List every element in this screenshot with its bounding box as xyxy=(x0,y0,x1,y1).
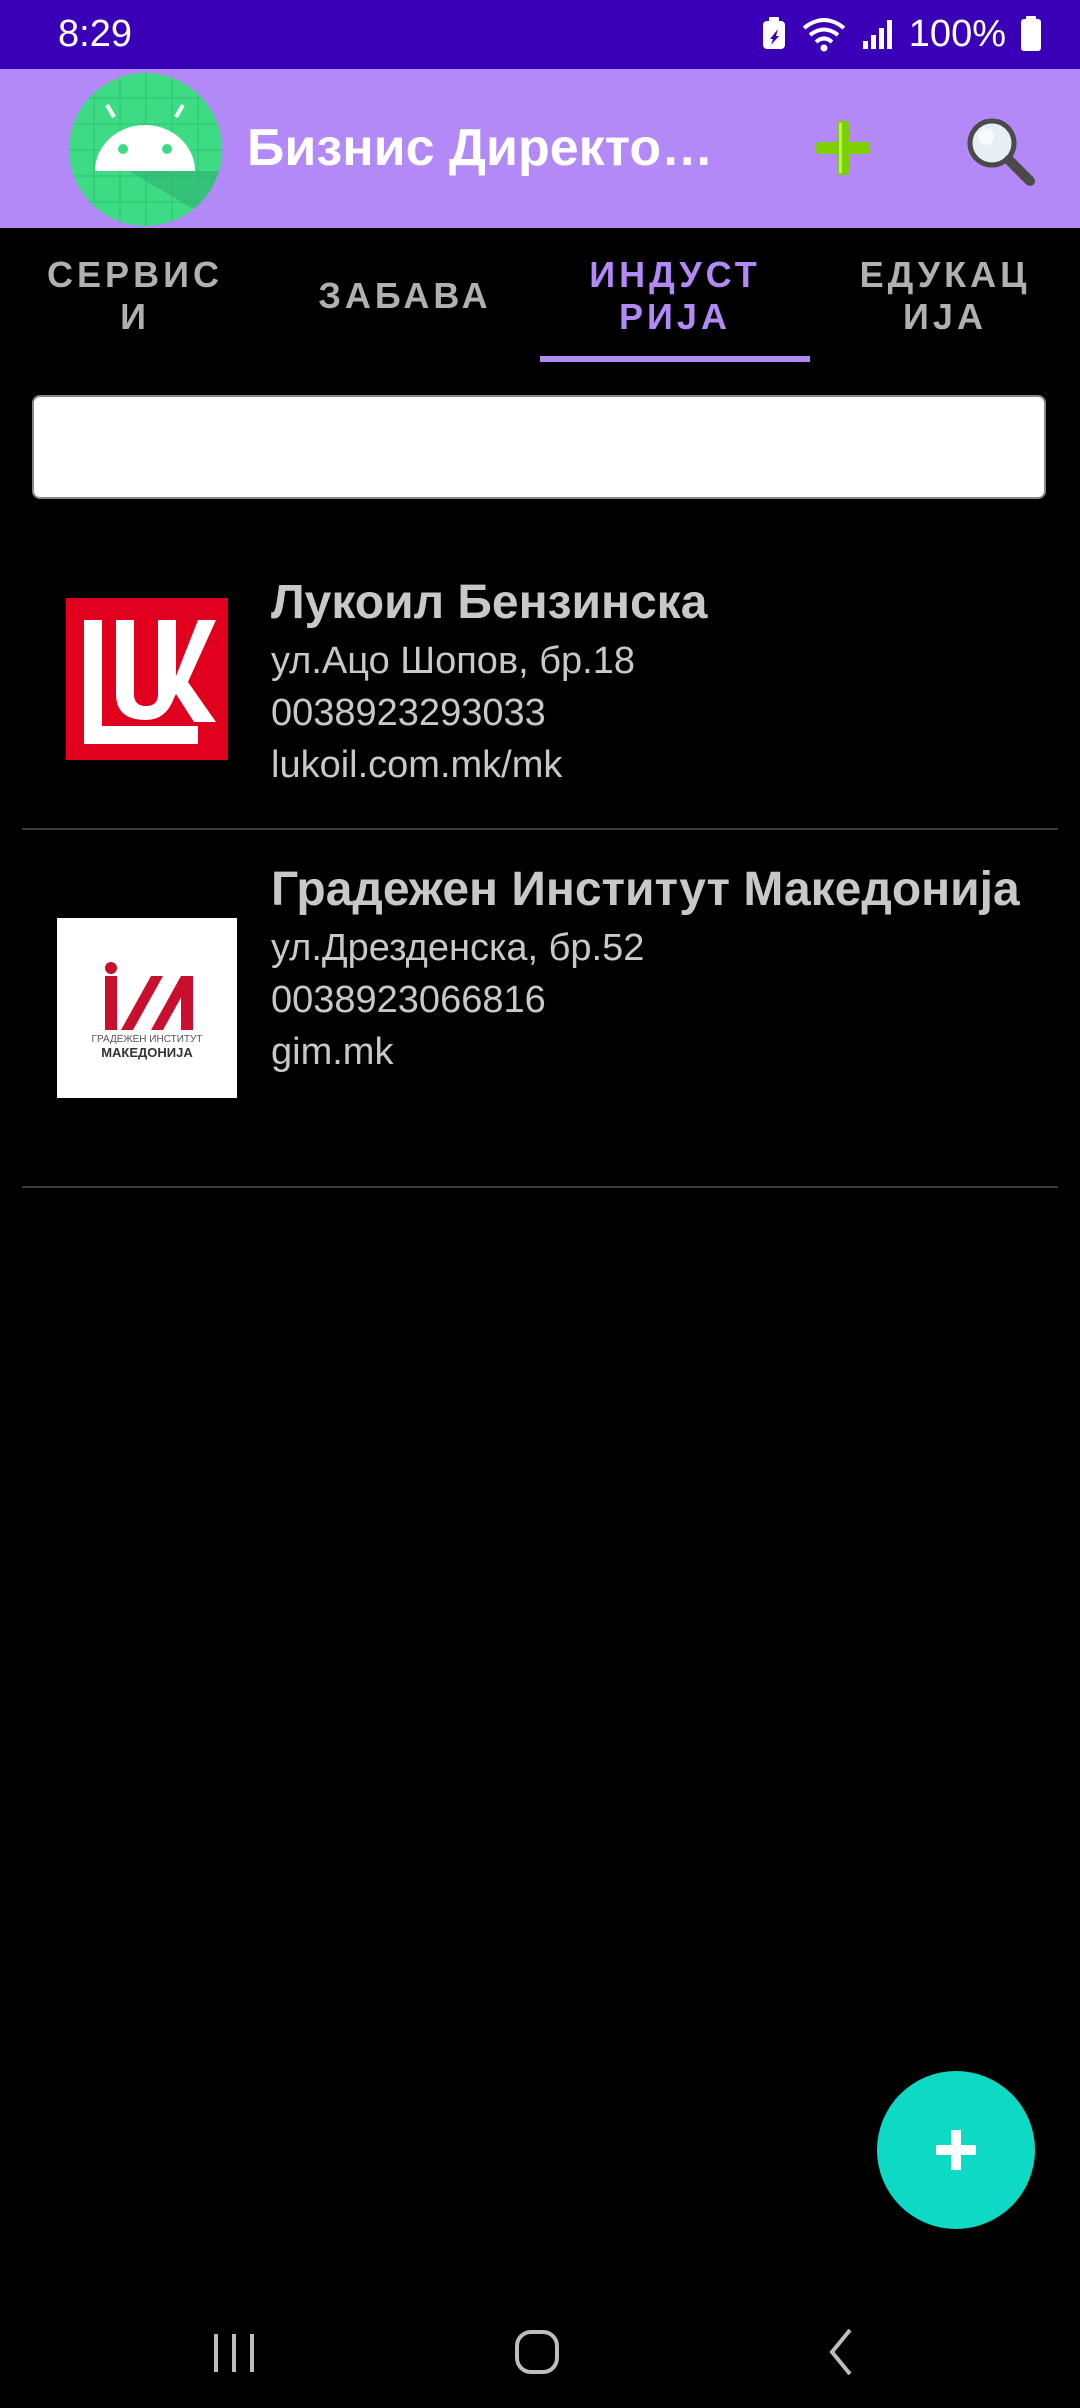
tab-education[interactable]: ЕДУКАЦИЈА xyxy=(810,228,1080,364)
home-button[interactable] xyxy=(502,2320,572,2380)
tab-label: ЕДУКАЦИЈА xyxy=(859,254,1031,337)
active-tab-indicator xyxy=(540,356,810,362)
business-address: ул.Дрезденска, бр.52 xyxy=(271,927,645,969)
business-name: Градежен Институт Македонија xyxy=(271,863,1020,916)
navigation-bar xyxy=(0,2290,1080,2408)
battery-saver-icon xyxy=(762,17,785,49)
plus-icon xyxy=(816,121,870,175)
android-icon xyxy=(69,73,222,226)
recents-button[interactable] xyxy=(200,2320,270,2380)
search-input[interactable] xyxy=(34,397,1044,497)
category-tabs: СЕРВИСИ ЗАБАВА ИНДУСТРИЈА ЕДУКАЦИЈА xyxy=(0,228,1080,364)
lukoil-logo xyxy=(66,598,228,760)
business-name: Лукоил Бензинска xyxy=(271,576,708,629)
plus-icon xyxy=(936,2130,976,2170)
tab-services[interactable]: СЕРВИСИ xyxy=(0,228,270,364)
home-icon xyxy=(515,2330,559,2374)
tab-label: СЕРВИСИ xyxy=(47,254,223,337)
svg-text:ГРАДЕЖЕН ИНСТИТУТ: ГРАДЕЖЕН ИНСТИТУТ xyxy=(92,1034,203,1045)
tab-entertainment[interactable]: ЗАБАВА xyxy=(270,228,540,364)
tab-label: ЗАБАВА xyxy=(318,275,492,316)
business-phone: 0038923293033 xyxy=(271,692,546,734)
back-button[interactable] xyxy=(806,2320,876,2380)
status-bar: 8:29 100% xyxy=(0,0,1080,69)
wifi-icon xyxy=(802,18,846,52)
business-info: Лукоил Бензинска ул.Ацо Шопов, бр.18 003… xyxy=(271,575,1038,791)
list-item[interactable]: ГРАДЕЖЕН ИНСТИТУТ МАКЕДОНИЈА Градежен Ин… xyxy=(22,830,1058,1188)
business-website: lukoil.com.mk/mk xyxy=(271,744,563,786)
svg-text:МАКЕДОНИЈА: МАКЕДОНИЈА xyxy=(101,1045,193,1060)
add-business-button[interactable] xyxy=(808,113,878,183)
business-website: gim.mk xyxy=(271,1031,394,1073)
search-icon xyxy=(967,118,1035,186)
search-button[interactable] xyxy=(962,113,1037,188)
gim-logo: ГРАДЕЖЕН ИНСТИТУТ МАКЕДОНИЈА xyxy=(57,918,237,1098)
business-info: Градежен Институт Македонија ул.Дрезденс… xyxy=(271,862,1038,1078)
list-item[interactable]: Лукоил Бензинска ул.Ацо Шопов, бр.18 003… xyxy=(22,540,1058,830)
battery-percent: 100% xyxy=(908,13,1006,55)
app-bar: Бизнис Директо… xyxy=(0,69,1080,228)
back-icon xyxy=(829,2328,852,2376)
tab-industry[interactable]: ИНДУСТРИЈА xyxy=(540,228,810,364)
add-fab-button[interactable] xyxy=(877,2071,1035,2229)
business-address: ул.Ацо Шопов, бр.18 xyxy=(271,640,635,682)
status-icons: 100% xyxy=(761,8,1042,60)
screen: 8:29 100% Бизнис Директо… СЕРВИСИ ЗАБАВА… xyxy=(0,0,1080,2408)
tab-label: ИНДУСТРИЈА xyxy=(589,254,761,337)
recents-icon xyxy=(214,2334,254,2372)
signal-icon xyxy=(862,20,892,49)
battery-icon xyxy=(1021,16,1041,51)
business-phone: 0038923066816 xyxy=(271,979,546,1021)
app-title: Бизнис Директо… xyxy=(247,119,714,177)
status-time: 8:29 xyxy=(58,13,132,55)
search-field[interactable] xyxy=(32,395,1046,499)
